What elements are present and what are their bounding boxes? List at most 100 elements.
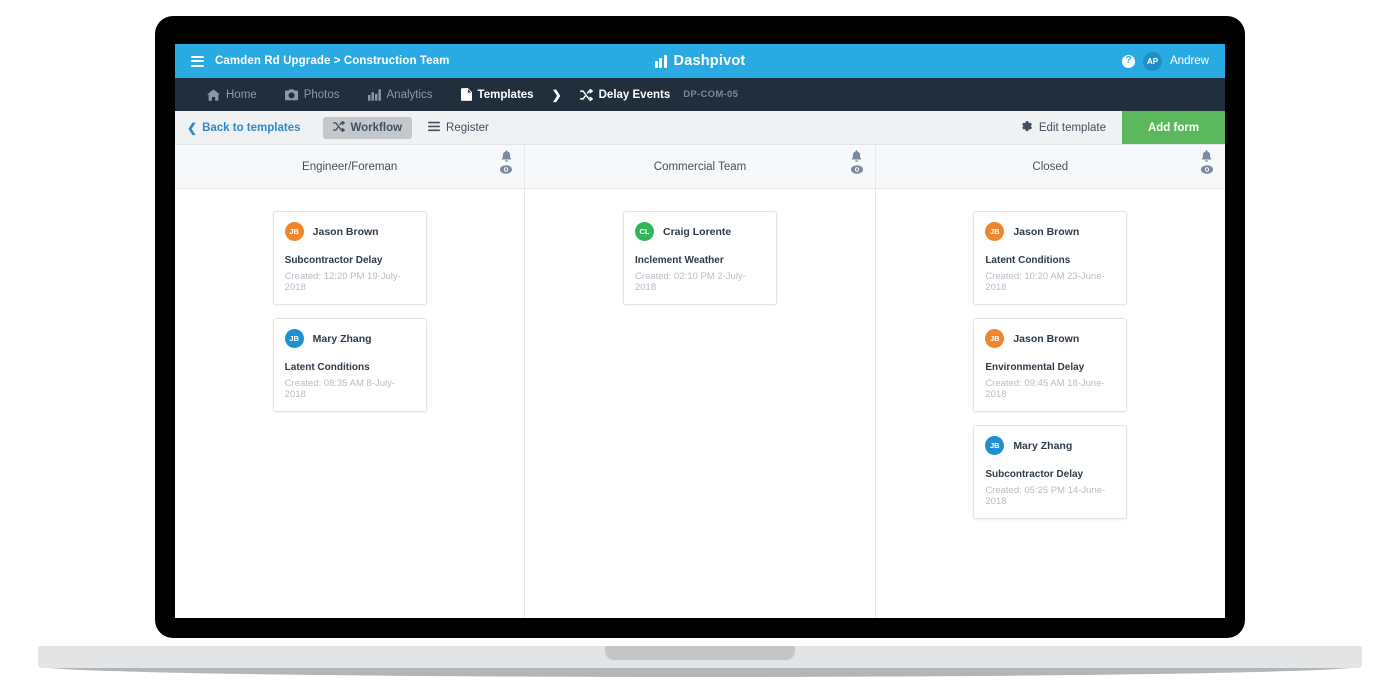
nav-label-delay-events: Delay Events — [598, 88, 671, 101]
gear-icon — [1020, 120, 1032, 135]
template-toolbar: ❮ Back to templates Workflow Register Ed… — [175, 111, 1225, 145]
card-person-name: Mary Zhang — [1013, 439, 1073, 452]
column-card-list: CL Craig Lorente Inclement Weather Creat… — [525, 189, 874, 305]
app-top-bar: Camden Rd Upgrade > Construction Team Da… — [175, 44, 1225, 78]
avatar: JB — [284, 222, 304, 241]
main-navigation: Home Photos Analytics Templates ❯ Delay … — [175, 78, 1225, 111]
column-header: Engineer/Foreman — [175, 145, 525, 189]
card-created-timestamp: Created: 05:25 PM 14-June-2018 — [985, 485, 1106, 507]
avatar: JB — [985, 329, 1005, 348]
nav-item-analytics[interactable]: Analytics — [354, 78, 447, 111]
tab-register-label: Register — [446, 121, 489, 134]
avatar: JB — [985, 436, 1005, 455]
chevron-left-icon: ❮ — [187, 120, 198, 135]
workflow-card[interactable]: JB Jason Brown Subcontractor Delay Creat… — [272, 211, 427, 305]
avatar[interactable]: AP — [1143, 51, 1162, 71]
eye-icon[interactable] — [850, 165, 863, 174]
card-person-name: Jason Brown — [1013, 332, 1080, 345]
chevron-right-icon: ❯ — [551, 87, 562, 102]
breadcrumb[interactable]: Camden Rd Upgrade > Construction Team — [215, 55, 449, 67]
workflow-column-closed: Closed JB Jason Brown Latent Conditions … — [874, 145, 1225, 618]
card-header: CL Craig Lorente — [634, 222, 765, 241]
laptop-trackpad-notch — [605, 646, 795, 660]
nav-label-analytics: Analytics — [386, 88, 433, 101]
card-person-name: Jason Brown — [312, 225, 379, 238]
workflow-column-commercial-team: Commercial Team CL Craig Lorente Incleme… — [524, 145, 875, 618]
eye-icon[interactable] — [1200, 165, 1213, 174]
workflow-card[interactable]: JB Jason Brown Environmental Delay Creat… — [973, 318, 1128, 412]
column-header: Commercial Team — [525, 145, 875, 189]
add-form-button[interactable]: Add form — [1122, 111, 1225, 144]
list-icon — [428, 121, 441, 135]
edit-template-label: Edit template — [1038, 121, 1106, 134]
avatar: CL — [634, 222, 654, 241]
card-title: Subcontractor Delay — [985, 469, 1084, 480]
card-title: Environmental Delay — [985, 362, 1085, 373]
card-person-name: Craig Lorente — [662, 225, 732, 238]
card-person-name: Jason Brown — [1013, 225, 1080, 238]
nav-item-photos[interactable]: Photos — [271, 78, 354, 111]
eye-icon[interactable] — [500, 165, 513, 174]
workflow-card[interactable]: JB Mary Zhang Latent Conditions Created:… — [272, 318, 427, 412]
column-title: Engineer/Foreman — [302, 160, 398, 173]
avatar: JB — [284, 329, 304, 348]
user-name[interactable]: Andrew — [1170, 55, 1209, 67]
tab-workflow[interactable]: Workflow — [322, 116, 413, 139]
card-header: JB Jason Brown — [985, 222, 1115, 241]
card-header: JB Jason Brown — [985, 329, 1115, 348]
top-bar-right-group: ? AP Andrew — [1122, 51, 1209, 71]
shuffle-icon — [579, 88, 593, 101]
column-title: Closed — [1032, 160, 1069, 173]
help-icon[interactable]: ? — [1122, 54, 1135, 68]
nav-label-templates: Templates — [477, 88, 534, 101]
view-switcher: Workflow Register — [322, 116, 499, 139]
workflow-card[interactable]: JB Jason Brown Latent Conditions Created… — [973, 211, 1128, 305]
hamburger-icon[interactable] — [191, 55, 204, 67]
brand-name: Dashpivot — [673, 53, 746, 69]
bell-icon[interactable] — [501, 150, 512, 162]
card-person-name: Mary Zhang — [312, 332, 372, 345]
avatar: JB — [985, 222, 1005, 241]
nav-item-templates[interactable]: Templates — [447, 78, 548, 111]
card-header: JB Jason Brown — [284, 222, 415, 241]
card-title: Subcontractor Delay — [284, 255, 383, 266]
column-title: Commercial Team — [653, 160, 747, 173]
tab-register[interactable]: Register — [418, 117, 499, 139]
column-card-list: JB Jason Brown Latent Conditions Created… — [876, 189, 1225, 519]
laptop-screen: Camden Rd Upgrade > Construction Team Da… — [175, 44, 1225, 618]
back-to-templates-label: Back to templates — [202, 121, 301, 134]
column-card-list: JB Jason Brown Subcontractor Delay Creat… — [175, 189, 524, 412]
workflow-card[interactable]: CL Craig Lorente Inclement Weather Creat… — [622, 211, 777, 305]
card-title: Latent Conditions — [985, 255, 1071, 266]
card-created-timestamp: Created: 09:45 AM 18-June-2018 — [985, 378, 1105, 400]
edit-template-button[interactable]: Edit template — [1004, 111, 1122, 144]
nav-item-delay-events[interactable]: Delay Events DP-COM-05 — [566, 78, 753, 111]
bell-icon[interactable] — [1201, 150, 1212, 162]
card-header: JB Mary Zhang — [284, 329, 415, 348]
shuffle-icon — [332, 120, 345, 135]
chart-icon — [367, 88, 381, 101]
workflow-column-engineer-foreman: Engineer/Foreman JB Jason Brown Subcontr… — [175, 145, 525, 618]
card-title: Inclement Weather — [634, 255, 724, 266]
bar-chart-logo-icon — [654, 54, 667, 68]
nav-label-photos: Photos — [303, 88, 340, 101]
tab-workflow-label: Workflow — [350, 121, 403, 134]
card-created-timestamp: Created: 08:35 AM 8-July-2018 — [284, 378, 396, 400]
nav-label-home: Home — [226, 88, 257, 101]
card-created-timestamp: Created: 10:20 AM 23-June-2018 — [985, 271, 1105, 293]
home-icon — [207, 88, 220, 101]
laptop-device-frame: Camden Rd Upgrade > Construction Team Da… — [155, 16, 1245, 638]
bell-icon[interactable] — [851, 150, 862, 162]
camera-icon — [284, 88, 298, 101]
toolbar-actions: Edit template Add form — [1004, 111, 1225, 144]
workflow-card[interactable]: JB Mary Zhang Subcontractor Delay Create… — [973, 425, 1128, 519]
nav-item-home[interactable]: Home — [193, 78, 271, 111]
document-icon — [460, 88, 472, 101]
back-to-templates-link[interactable]: ❮ Back to templates — [187, 122, 301, 134]
card-title: Latent Conditions — [284, 362, 370, 373]
card-created-timestamp: Created: 02:10 PM 2-July-2018 — [634, 271, 746, 293]
card-header: JB Mary Zhang — [985, 436, 1115, 455]
workflow-board: Engineer/Foreman JB Jason Brown Subcontr… — [175, 145, 1225, 618]
card-created-timestamp: Created: 12:20 PM 19-July-2018 — [284, 271, 401, 293]
column-header-icons — [1200, 150, 1213, 174]
